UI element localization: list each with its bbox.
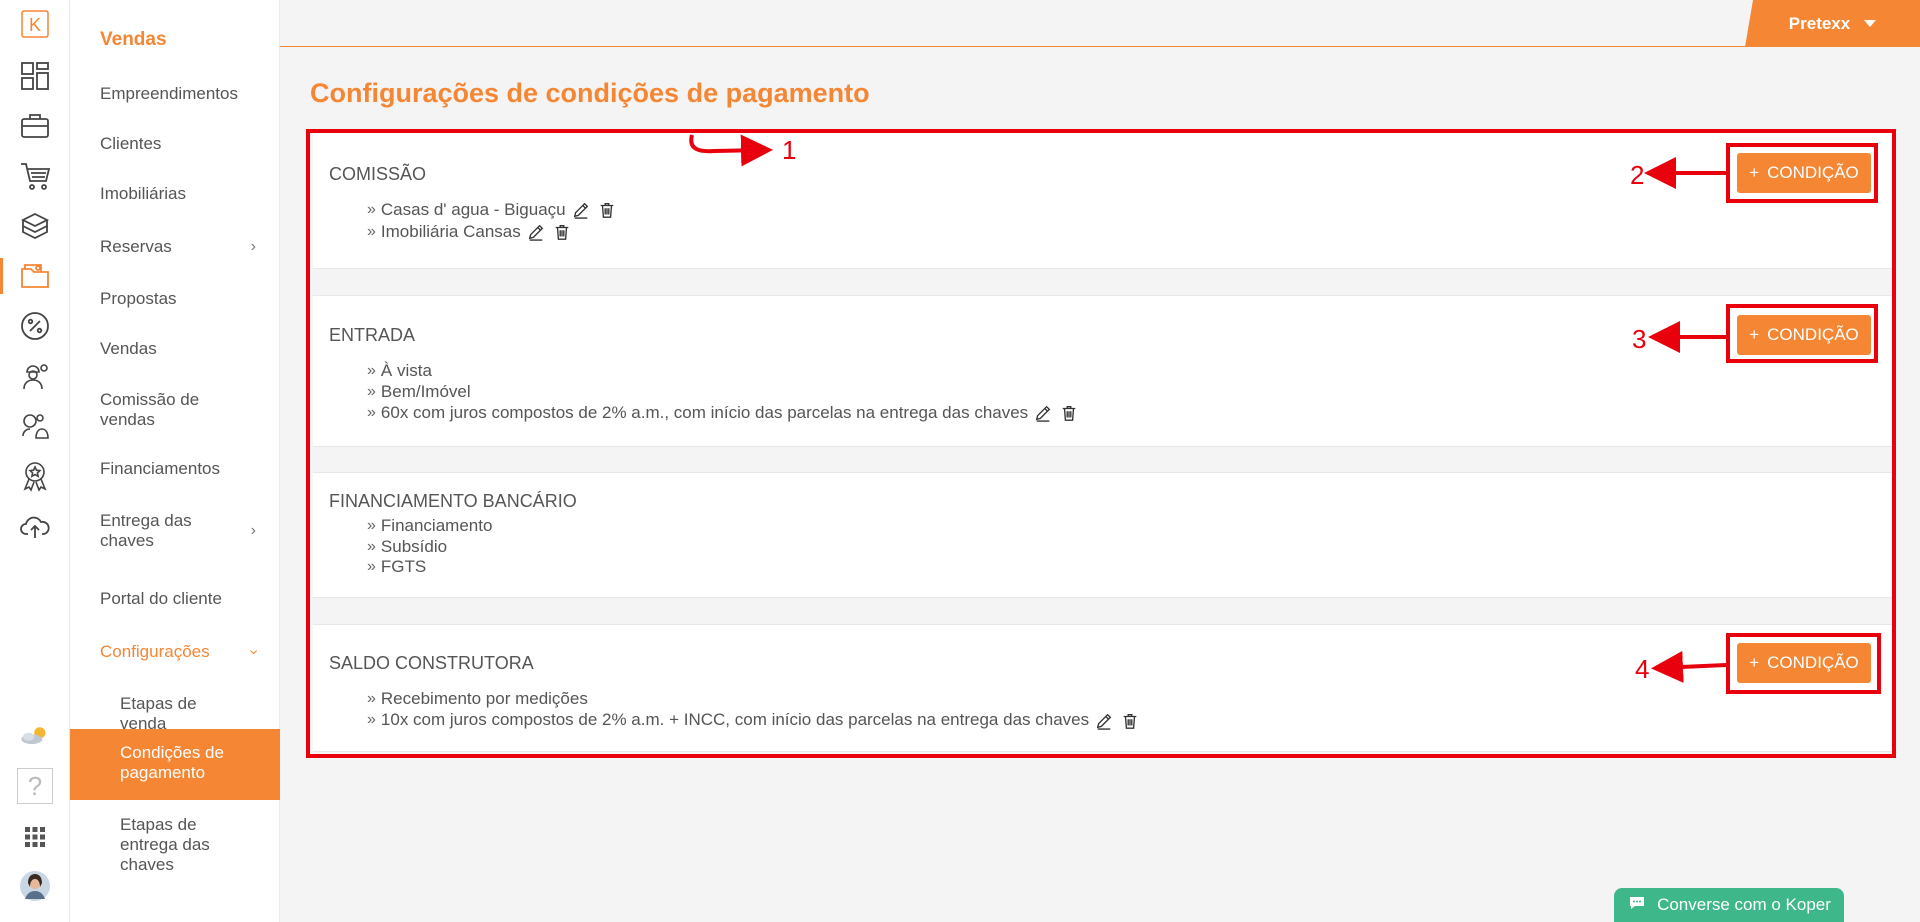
top-bar: Pretexx (280, 0, 1920, 47)
nav-item-entrega-das-chaves[interactable]: Entrega das chaves › (70, 511, 280, 551)
nav-item-label: Reservas (100, 237, 172, 256)
annotation-label-2: 2 (1630, 160, 1645, 190)
nav-item-empreendimentos[interactable]: Empreendimentos (70, 84, 280, 104)
annotation-box-2 (1726, 143, 1878, 203)
nav-item-label: Configurações (100, 642, 210, 661)
user-menu-button[interactable]: Pretexx (1745, 0, 1920, 47)
annotation-label-3: 3 (1632, 324, 1647, 354)
nav-item-label: Portal do cliente (100, 589, 222, 608)
annotation-box-main (306, 129, 1896, 758)
worker-icon[interactable] (0, 354, 70, 398)
avatar[interactable] (0, 864, 70, 908)
weather-icon[interactable] (0, 714, 70, 758)
nav-item-vendas[interactable]: Vendas (70, 339, 280, 359)
caret-down-icon (1864, 20, 1877, 27)
percent-icon[interactable] (0, 304, 70, 348)
cart-icon[interactable] (0, 154, 70, 198)
nav-item-clientes[interactable]: Clientes (70, 134, 280, 154)
nav-item-reservas[interactable]: Reservas › (70, 237, 280, 257)
nav-item-label: Propostas (100, 289, 177, 308)
nav-item-financiamentos[interactable]: Financiamentos (70, 459, 280, 479)
help-icon[interactable]: ? (0, 764, 70, 808)
annotation-box-3 (1726, 304, 1878, 363)
apps-grid-icon[interactable] (0, 815, 70, 859)
nav-item-label: Entrega das chaves (100, 511, 192, 550)
boxes-icon[interactable] (0, 204, 70, 248)
chevron-right-icon: › (250, 238, 256, 255)
user-name: Pretexx (1788, 13, 1851, 33)
nav-item-label: Condições de pagamento (120, 743, 224, 782)
cloud-upload-icon[interactable] (0, 504, 70, 548)
nav-item-label: Vendas (100, 339, 157, 358)
briefcase-icon[interactable] (0, 104, 70, 148)
nav-item-label: Financiamentos (100, 459, 221, 478)
annotation-label-1: 1 (782, 135, 797, 165)
nav-item-label: Imobiliárias (100, 184, 186, 203)
nav-item-portal-do-cliente[interactable]: Portal do cliente (70, 589, 280, 609)
annotation-label-4: 4 (1635, 654, 1650, 684)
nav-item-configuracoes[interactable]: Configurações › (70, 642, 280, 662)
chat-button[interactable]: Converse com o Koper (1614, 888, 1844, 922)
nav-item-comissao-de-vendas[interactable]: Comissão de vendas (70, 390, 280, 430)
dashboard-icon[interactable] (0, 54, 70, 98)
sidebar-nav: Vendas Empreendimentos Clientes Imobiliá… (70, 0, 280, 922)
page-title: Configurações de condições de pagamento (310, 78, 870, 108)
nav-item-label: Etapas de venda (120, 694, 197, 733)
nav-item-etapas-de-entrega-das-chaves[interactable]: Etapas de entrega das chaves (70, 815, 280, 875)
annotation-box-4 (1726, 633, 1881, 694)
help-mark: ? (17, 768, 53, 804)
chevron-right-icon: › (250, 522, 256, 539)
chevron-down-icon: › (245, 649, 263, 655)
finance-people-icon[interactable] (0, 404, 70, 448)
nav-item-propostas[interactable]: Propostas (70, 289, 280, 309)
nav-item-etapas-de-venda[interactable]: Etapas de venda (70, 694, 280, 734)
nav-item-label: Empreendimentos (100, 84, 238, 103)
nav-item-label: Etapas de entrega das chaves (120, 815, 210, 874)
nav-section-title: Vendas (100, 29, 167, 50)
nav-item-imobiliarias[interactable]: Imobiliárias (70, 184, 280, 204)
chat-label: Converse com o Koper (1657, 895, 1831, 914)
svg-text:K: K (29, 15, 41, 35)
nav-item-label: Comissão de vendas (100, 390, 200, 429)
logo-k-icon[interactable]: K (0, 2, 70, 46)
chat-bubble-icon (1627, 893, 1647, 918)
award-icon[interactable] (0, 454, 70, 498)
icon-rail: K ? (0, 0, 70, 922)
nav-item-label: Clientes (100, 134, 162, 153)
folder-money-icon[interactable] (0, 254, 70, 298)
nav-item-condicoes-de-pagamento[interactable]: Condições de pagamento (70, 729, 280, 800)
